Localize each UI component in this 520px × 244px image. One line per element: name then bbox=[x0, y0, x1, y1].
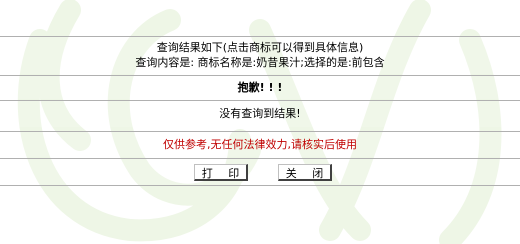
sorry-message: 抱歉! ! ! bbox=[0, 75, 520, 99]
result-title: 查询结果如下(点击商标可以得到具体信息) bbox=[156, 41, 364, 54]
disclaimer-text: 仅供参考,无任何法律效力,请核实后使用 bbox=[0, 131, 520, 157]
close-button[interactable]: 关 闭 bbox=[278, 164, 332, 181]
no-result-message: 没有查询到结果! bbox=[0, 100, 520, 127]
query-content: 查询内容是: 商标名称是:奶昔果汁;选择的是:前包含 bbox=[135, 56, 385, 69]
print-button[interactable]: 打 印 bbox=[194, 164, 248, 181]
result-header: 查询结果如下(点击商标可以得到具体信息) 查询内容是: 商标名称是:奶昔果汁;选… bbox=[0, 36, 520, 74]
button-bar: 打 印 关 闭 bbox=[0, 158, 520, 186]
